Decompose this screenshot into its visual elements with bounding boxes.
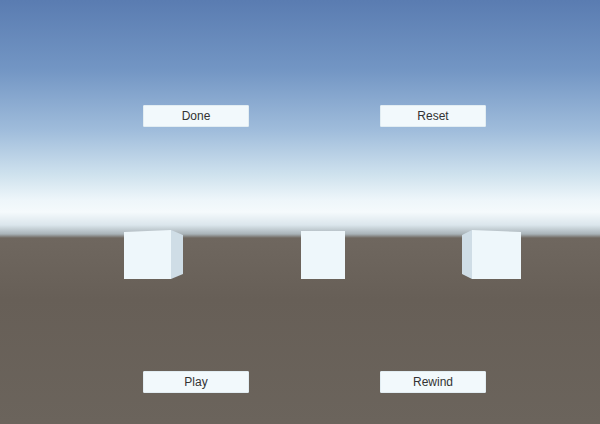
play-button[interactable]: Play	[143, 371, 249, 393]
game-view: Done Reset Play Rewind	[0, 0, 600, 424]
rewind-button[interactable]: Rewind	[380, 371, 486, 393]
cube	[301, 230, 346, 280]
reset-button[interactable]: Reset	[380, 105, 486, 127]
done-button[interactable]: Done	[143, 105, 249, 127]
cube	[124, 230, 184, 280]
cube	[462, 230, 522, 280]
